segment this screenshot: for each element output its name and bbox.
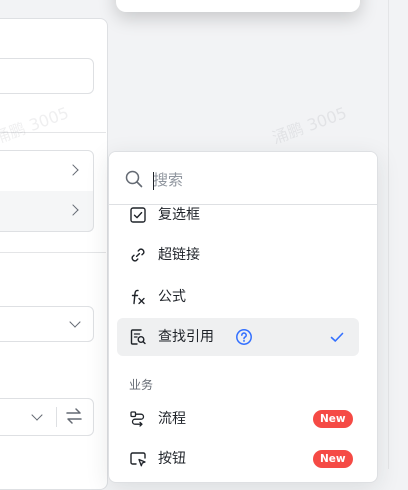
chevron-down-icon — [31, 409, 43, 421]
swap-icon[interactable] — [65, 406, 83, 426]
group-label-business: 业务 — [129, 378, 154, 392]
chevron-right-icon — [67, 164, 79, 176]
new-badge: New — [313, 450, 353, 468]
field-type-row[interactable] — [0, 150, 94, 192]
flow-icon — [130, 411, 145, 427]
search-divider — [109, 204, 377, 205]
field-lookup-row[interactable] — [0, 191, 94, 232]
menu-item-label: 流程 — [158, 411, 186, 427]
menu-item-label: 按钮 — [158, 451, 186, 467]
settings-name-input[interactable] — [0, 58, 94, 94]
menu-item-label: 查找引用 — [158, 329, 214, 345]
select-separator — [56, 407, 57, 427]
search-bar-backdrop — [109, 152, 377, 205]
menu-item-lookup[interactable]: 查找引用 — [117, 318, 359, 356]
field-type-dropdown: 复选框 超链接 公式 — [108, 151, 378, 483]
watermark: 涌鹏 3005 — [269, 103, 350, 148]
new-badge: New — [313, 410, 353, 428]
chevron-down-icon — [69, 316, 81, 328]
formula-icon — [131, 289, 145, 305]
menu-item-button[interactable]: 按钮 New — [117, 440, 359, 478]
link-icon — [131, 248, 145, 262]
menu-item-hyperlink[interactable]: 超链接 — [117, 236, 359, 274]
check-icon — [330, 332, 344, 342]
menu-item-label: 复选框 — [158, 207, 200, 223]
help-circle-icon[interactable] — [235, 328, 253, 346]
menu-item-flow[interactable]: 流程 New — [117, 400, 359, 438]
text-caret — [153, 172, 154, 190]
button-icon — [130, 452, 146, 467]
background-card — [116, 0, 360, 12]
checkbox-icon — [130, 207, 146, 223]
background-divider — [388, 0, 389, 469]
chevron-right-icon — [67, 204, 79, 216]
menu-item-label: 公式 — [158, 289, 186, 305]
menu-item-label: 超链接 — [158, 247, 200, 263]
panel-divider — [0, 132, 106, 133]
search-input[interactable] — [153, 168, 353, 192]
panel-divider — [0, 252, 106, 253]
search-icon — [125, 170, 143, 188]
menu-item-formula[interactable]: 公式 — [117, 278, 359, 316]
settings-select[interactable] — [0, 306, 94, 342]
lookup-icon — [130, 329, 146, 345]
settings-sort-select[interactable] — [0, 398, 94, 436]
